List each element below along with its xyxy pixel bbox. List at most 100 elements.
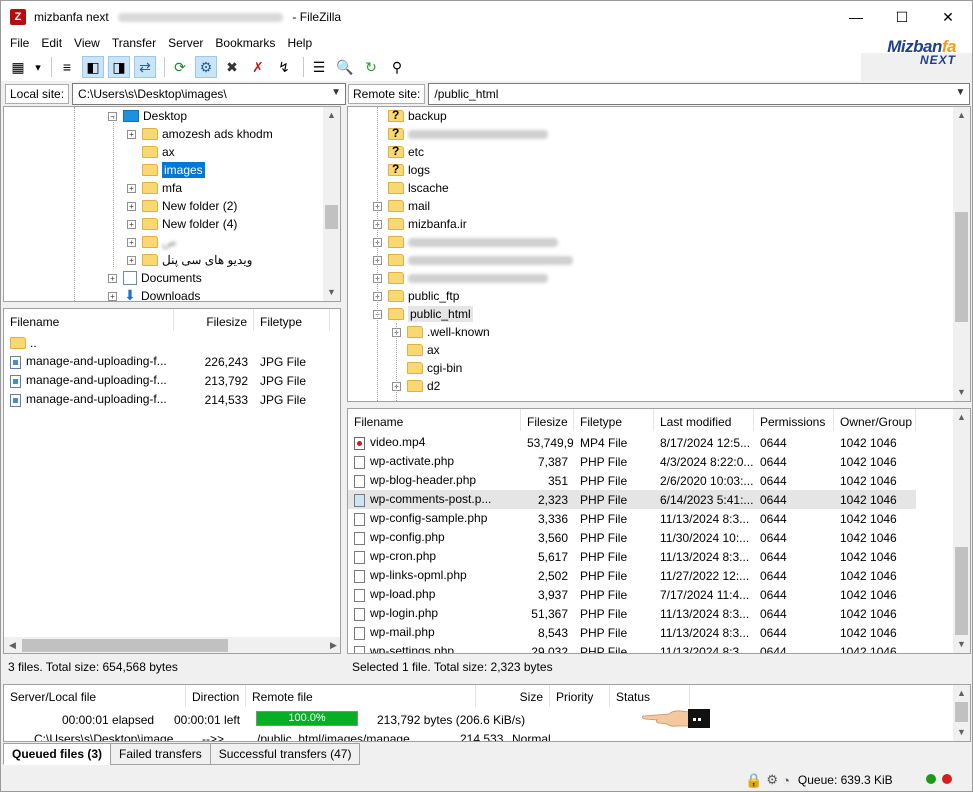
chevron-down-icon[interactable]: ▼	[955, 87, 965, 98]
scroll-thumb[interactable]	[955, 547, 968, 635]
site-manager-icon[interactable]: ▦	[7, 56, 29, 78]
list-item[interactable]: wp-settings.php 29,032 PHP File 11/13/2024 …	[348, 642, 916, 653]
remote-tree-scrollbar[interactable]: ▲ ▼	[953, 107, 970, 401]
expand-icon[interactable]: +	[108, 291, 117, 301]
transfer-queue-icon[interactable]: ⇄	[134, 56, 156, 78]
list-item[interactable]: wp-blog-header.php 351 PHP File 2/6/2020 10…	[348, 471, 916, 490]
menu-help[interactable]: Help	[281, 36, 318, 50]
expand-icon[interactable]: +	[108, 273, 117, 283]
scroll-thumb[interactable]	[955, 212, 968, 322]
tab-successful-transfers-[interactable]: Successful transfers (47)	[209, 743, 361, 765]
scroll-thumb[interactable]	[955, 702, 968, 722]
local-tree-item[interactable]: ax	[127, 143, 175, 161]
col-header-owner-group[interactable]: Owner/Group	[834, 409, 916, 431]
list-item[interactable]: manage-and-uploading-f... 214,533 JPG File	[4, 390, 330, 409]
remote-list-scrollbar[interactable]: ▲ ▼	[953, 409, 970, 653]
remote-tree-pane[interactable]: backupetclogslscache+mail+mizbanfa.ir+++…	[347, 106, 971, 402]
col-header-size[interactable]: Size	[476, 685, 550, 707]
list-item[interactable]: manage-and-uploading-f... 213,792 JPG File	[4, 371, 330, 390]
remote-tree-item[interactable]: backup	[373, 107, 447, 125]
transfer-queue[interactable]: Server/Local file Direction Remote file Siz…	[3, 684, 971, 742]
local-tree-item[interactable]: images	[127, 161, 205, 179]
remote-tree-icon[interactable]: ◨	[108, 56, 130, 78]
remote-tree-item[interactable]: +	[373, 251, 573, 269]
message-log-icon[interactable]: ≡	[56, 56, 78, 78]
scroll-right-icon[interactable]: ▶	[325, 637, 340, 653]
minimize-button[interactable]: —	[833, 1, 879, 33]
filter-icon[interactable]: ☰	[308, 56, 330, 78]
remote-tree-item[interactable]: + mizbanfa.ir	[373, 215, 467, 233]
remote-tree-item[interactable]: + .well-known	[392, 323, 490, 341]
list-item[interactable]: wp-config.php 3,560 PHP File 11/30/2024 10:…	[348, 528, 916, 547]
menu-bookmarks[interactable]: Bookmarks	[209, 36, 281, 50]
local-tree-item[interactable]: + ویدیو های سی پنل	[127, 251, 252, 269]
scroll-left-icon[interactable]: ◀	[4, 637, 21, 653]
expand-icon[interactable]: +	[127, 237, 136, 247]
list-item[interactable]: manage-and-uploading-f... 226,243 JPG File	[4, 352, 330, 371]
col-header-filesize[interactable]: Filesize	[521, 409, 574, 431]
chevron-down-icon[interactable]: ▼	[331, 87, 341, 98]
menu-server[interactable]: Server	[162, 36, 209, 50]
expand-icon[interactable]: +	[127, 129, 136, 139]
scroll-up-icon[interactable]: ▲	[323, 107, 340, 124]
close-button[interactable]: ✕	[925, 1, 971, 33]
col-header-priority[interactable]: Priority	[550, 685, 610, 707]
list-item[interactable]: wp-mail.php 8,543 PHP File 11/13/2024 8:3..…	[348, 623, 916, 642]
list-item[interactable]: ..	[4, 333, 330, 352]
local-tree-item[interactable]: + New folder (2)	[127, 197, 237, 215]
list-item[interactable]: video.mp4 53,749,923 MP4 File 8/17/2024 12:…	[348, 433, 916, 452]
remote-tree-item[interactable]: +	[373, 269, 548, 287]
scroll-thumb[interactable]	[22, 639, 228, 652]
local-tree-item[interactable]: + New folder (4)	[127, 215, 237, 233]
remote-tree-item[interactable]: lscache	[373, 179, 449, 197]
remote-tree-item[interactable]: ax	[392, 341, 440, 359]
remote-tree-item[interactable]: − public_html	[373, 305, 473, 323]
menu-transfer[interactable]: Transfer	[106, 36, 162, 50]
list-item[interactable]: wp-login.php 51,367 PHP File 11/13/2024 8:3…	[348, 604, 916, 623]
tab-failed-transfers[interactable]: Failed transfers	[110, 743, 211, 765]
col-header-remote-file[interactable]: Remote file	[246, 685, 476, 707]
queue-scrollbar[interactable]: ▲ ▼	[953, 685, 970, 741]
list-item[interactable]: wp-load.php 3,937 PHP File 7/17/2024 11:4..…	[348, 585, 916, 604]
maximize-button[interactable]: ☐	[879, 1, 925, 33]
remote-tree-item[interactable]	[373, 125, 548, 143]
list-item[interactable]: wp-cron.php 5,617 PHP File 11/13/2024 8:3..…	[348, 547, 916, 566]
local-file-list[interactable]: Filename Filesize Filetype .. manage-and-up…	[3, 308, 341, 654]
remote-file-list[interactable]: Filename Filesize Filetype Last modified Per…	[347, 408, 971, 654]
menu-file[interactable]: File	[4, 36, 35, 50]
local-tree-scrollbar[interactable]: ▲ ▼	[323, 107, 340, 301]
col-header-filename[interactable]: Filename	[4, 309, 174, 331]
local-tree-pane[interactable]: − Desktop + amozesh ads khodm ax images + mfa + N…	[3, 106, 341, 302]
scroll-down-icon[interactable]: ▼	[953, 636, 970, 653]
local-path-combo[interactable]: C:\Users\s\Desktop\images\ ▼	[72, 83, 347, 105]
expand-icon[interactable]: +	[127, 255, 136, 265]
refresh-icon[interactable]: ⟳	[169, 56, 191, 78]
remote-tree-item[interactable]: + public_ftp	[373, 287, 459, 305]
menu-view[interactable]: View	[68, 36, 106, 50]
remote-tree-item[interactable]: etc	[373, 143, 424, 161]
remote-tree-item[interactable]: logs	[373, 161, 430, 179]
remote-tree-item[interactable]: cgi-bin	[392, 359, 462, 377]
remote-path-combo[interactable]: /public_html ▼	[428, 83, 971, 105]
scroll-up-icon[interactable]: ▲	[953, 409, 970, 426]
col-header-filetype[interactable]: Filetype	[574, 409, 654, 431]
col-header-permissions[interactable]: Permissions	[754, 409, 834, 431]
scroll-down-icon[interactable]: ▼	[953, 724, 970, 741]
col-header-direction[interactable]: Direction	[186, 685, 246, 707]
expand-icon[interactable]: +	[127, 201, 136, 211]
local-tree-item[interactable]: + ص	[127, 233, 177, 251]
local-tree-item[interactable]: − Desktop	[108, 107, 187, 125]
process-queue-icon[interactable]: ⚙	[195, 56, 217, 78]
compare-icon[interactable]: 🔍	[334, 56, 356, 78]
expand-icon[interactable]: +	[127, 219, 136, 229]
remote-tree-item[interactable]: +	[373, 233, 558, 251]
col-header-last-modified[interactable]: Last modified	[654, 409, 754, 431]
list-item[interactable]: wp-activate.php 7,387 PHP File 4/3/2024 8:2…	[348, 452, 916, 471]
local-tree-item[interactable]: + mfa	[127, 179, 182, 197]
cancel-icon[interactable]: ✖	[221, 56, 243, 78]
dropdown-arrow-icon[interactable]: ▾	[33, 56, 43, 78]
col-header-filetype[interactable]: Filetype	[254, 309, 330, 331]
remote-tree-item[interactable]: + mail	[373, 197, 430, 215]
expand-icon[interactable]: +	[127, 183, 136, 193]
reconnect-icon[interactable]: ↯	[273, 56, 295, 78]
